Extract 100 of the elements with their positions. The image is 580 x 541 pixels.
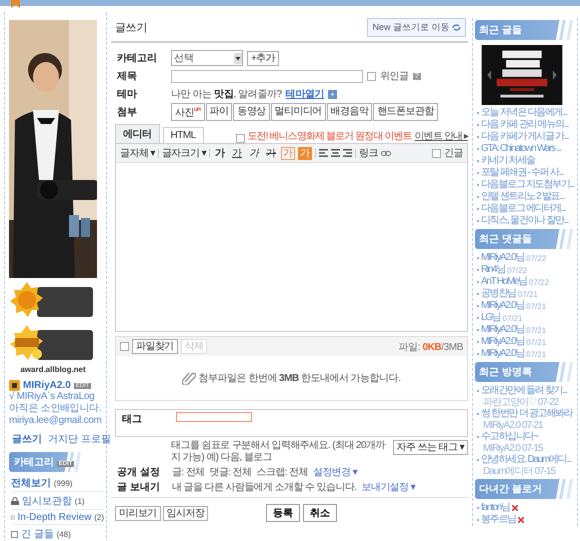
bookmark-icon bbox=[11, 0, 20, 8]
post-link[interactable]: 포탈 페쇄권 - 수퍼 사... bbox=[481, 167, 563, 179]
profile-name[interactable]: MIRiyA2.0 bbox=[23, 380, 71, 391]
field-label: 공개 설정 bbox=[117, 466, 161, 478]
guestbook-link[interactable]: 안녕하세요. Daum에디... bbox=[481, 454, 571, 466]
tag-hint: 태그를 쉼표로 구분해서 입력해주세요. (최대 20개까지 가능) 예) 다음, 블로그 bbox=[171, 440, 386, 464]
blog-description: 아직은 소인배입니다. bbox=[9, 403, 102, 415]
checkbox[interactable] bbox=[120, 342, 129, 351]
field-label: 첨부 bbox=[117, 106, 138, 119]
comment-date: 07/22 bbox=[526, 254, 546, 262]
comment-link[interactable]: LG님 bbox=[481, 312, 500, 324]
close-icon[interactable] bbox=[518, 517, 524, 523]
lock-icon bbox=[11, 497, 19, 505]
attach-button[interactable]: 멀티미디어 bbox=[270, 103, 326, 121]
comment-link[interactable]: MIRiyA2.0님 bbox=[481, 324, 524, 336]
align-icon[interactable] bbox=[319, 149, 328, 157]
checkbox[interactable] bbox=[367, 72, 376, 80]
field-label: 카테고리 bbox=[117, 52, 158, 65]
post-link[interactable]: 디직스, 물건이나 잘만... bbox=[481, 215, 568, 227]
post-link[interactable]: 다음 카페가 게시글 가... bbox=[481, 131, 568, 143]
font-dropdown[interactable]: 글자체 ▾ bbox=[120, 146, 155, 160]
comment-date: 07/21 bbox=[526, 350, 546, 358]
close-icon[interactable] bbox=[512, 505, 518, 511]
guestbook-meta: Daum에디터 07-15 bbox=[482, 466, 556, 477]
expand-icon[interactable]: + bbox=[328, 90, 337, 98]
font-size-dropdown[interactable]: 글자크기 ▾ bbox=[162, 146, 206, 160]
setting-value: 글: 전체 bbox=[172, 466, 205, 478]
find-file-button[interactable]: 파일찾기 bbox=[132, 339, 178, 354]
post-link[interactable]: 다음 카페 관리 메뉴의... bbox=[481, 119, 568, 131]
paperclip-icon bbox=[182, 371, 196, 385]
attach-button[interactable]: 동영상 bbox=[233, 103, 270, 121]
page-title: 글쓰기 bbox=[115, 21, 148, 35]
post-link[interactable]: 인텔 센트리노 2 발표... bbox=[481, 191, 564, 203]
setting-value: 댓글: 전체 bbox=[210, 466, 252, 478]
comment-link[interactable]: MIRiyA2.0님 bbox=[481, 336, 524, 348]
field-label: 글 보내기 bbox=[117, 480, 161, 494]
attach-button[interactable]: 사진$^{UP!}$ bbox=[171, 103, 205, 121]
blogger-link[interactable]: 봉주르님 bbox=[481, 514, 516, 526]
guestbook-link[interactable]: 썽 한번만 더 광고해봐라 bbox=[481, 408, 572, 420]
align-icon[interactable] bbox=[343, 149, 352, 157]
post-link[interactable]: 오늘 저녁은 다음에게... bbox=[481, 107, 567, 119]
frequent-tags-button[interactable]: 자주 쓰는 태그 ▾ bbox=[392, 440, 468, 455]
file-usage: 파일: 0KB/3MB bbox=[398, 340, 463, 354]
post-link[interactable]: 다음블로그 지도첨부기... bbox=[481, 179, 574, 191]
guestbook-meta: MIRiyA2.0 07-21 bbox=[482, 420, 542, 431]
format-button[interactable]: 가 bbox=[247, 146, 262, 160]
attach-button[interactable]: 파이 bbox=[206, 103, 232, 121]
tag-field[interactable] bbox=[176, 412, 252, 422]
post-link[interactable]: 카네기 처세술 bbox=[481, 155, 535, 167]
comment-link[interactable]: 공병찬님 bbox=[481, 288, 516, 300]
category-select[interactable]: 선택 bbox=[171, 50, 243, 66]
refresh-icon bbox=[452, 24, 461, 32]
attach-button[interactable]: 배경음악 bbox=[326, 103, 372, 121]
checkbox[interactable] bbox=[236, 134, 245, 143]
category-link[interactable]: 임시보관함 (1) bbox=[22, 494, 85, 508]
profile-link[interactable]: 글쓰기 bbox=[12, 432, 42, 446]
checkbox[interactable] bbox=[432, 148, 441, 158]
guestbook-link[interactable]: 수고하십니다~ bbox=[481, 431, 538, 443]
blogger-link[interactable]: fanton님 bbox=[481, 502, 510, 514]
secondary-button[interactable]: 미리보기 bbox=[115, 506, 161, 520]
post-link[interactable]: GTA: Chinatown Wars ... bbox=[481, 143, 561, 155]
format-button[interactable]: 가 bbox=[298, 146, 312, 160]
category-link[interactable]: 전체보기 (999) bbox=[11, 476, 72, 490]
avatar-icon bbox=[9, 380, 20, 391]
profile-link[interactable]: 프로필 bbox=[81, 432, 111, 446]
theme-link[interactable]: 테마열기 bbox=[286, 87, 324, 101]
add-category-button[interactable]: +추가 bbox=[247, 50, 280, 66]
folder-icon bbox=[11, 530, 18, 538]
comment-link[interactable]: MIRiyA2.0님 bbox=[481, 300, 524, 312]
post-link[interactable]: 다음블로그 에디터게... bbox=[481, 203, 566, 215]
link-button[interactable]: 링크 bbox=[359, 146, 378, 160]
format-button[interactable]: 가 bbox=[281, 146, 296, 160]
editor-tab[interactable]: 에디터 bbox=[115, 124, 160, 143]
award-caption: award.allblog.net bbox=[19, 365, 87, 374]
comment-link[interactable]: Rin4님 bbox=[481, 264, 506, 276]
settings-link[interactable]: 설정변경 ▾ bbox=[312, 464, 358, 478]
category-link[interactable]: In-Depth Review (2) bbox=[18, 512, 104, 523]
blog-title: √ MIRiyA`s AstraLog bbox=[9, 391, 96, 403]
format-button[interactable]: 가 bbox=[230, 146, 244, 160]
new-editor-button[interactable]: New 글쓰기로 이동 bbox=[367, 18, 466, 37]
submit-button[interactable]: 등록 bbox=[266, 504, 300, 522]
field-label: 테마 bbox=[117, 88, 138, 101]
category-link[interactable]: 긴 글들 (48) bbox=[21, 527, 71, 541]
align-icon[interactable] bbox=[331, 149, 340, 157]
comment-date: 07/21 bbox=[526, 326, 546, 334]
comment-link[interactable]: MIRiyA2.0님 bbox=[481, 252, 524, 264]
editor-tab[interactable]: HTML bbox=[162, 127, 204, 143]
title-field[interactable] bbox=[171, 70, 363, 82]
send-settings-link[interactable]: 보내기설정 ▾ bbox=[361, 480, 416, 494]
guestbook-link[interactable]: 오래간만에 들려 찾기... bbox=[481, 385, 567, 397]
format-button[interactable]: 가 bbox=[264, 146, 278, 160]
secondary-button[interactable]: 임시저장 bbox=[162, 506, 208, 520]
format-button[interactable]: 가 bbox=[213, 146, 228, 160]
attach-button[interactable]: 핸드폰보관함 bbox=[373, 103, 438, 121]
profile-link[interactable]: 거지단 bbox=[48, 432, 78, 446]
event-link[interactable]: 이벤트 안내 ▸ bbox=[414, 129, 468, 143]
submit-button[interactable]: 취소 bbox=[303, 504, 338, 522]
comment-link[interactable]: MIRiyA2.0님 bbox=[481, 348, 524, 360]
comment-link[interactable]: AnT HoMe님 bbox=[481, 276, 527, 288]
guestbook-meta: 파란고양이♡ 07-22 bbox=[482, 397, 558, 408]
